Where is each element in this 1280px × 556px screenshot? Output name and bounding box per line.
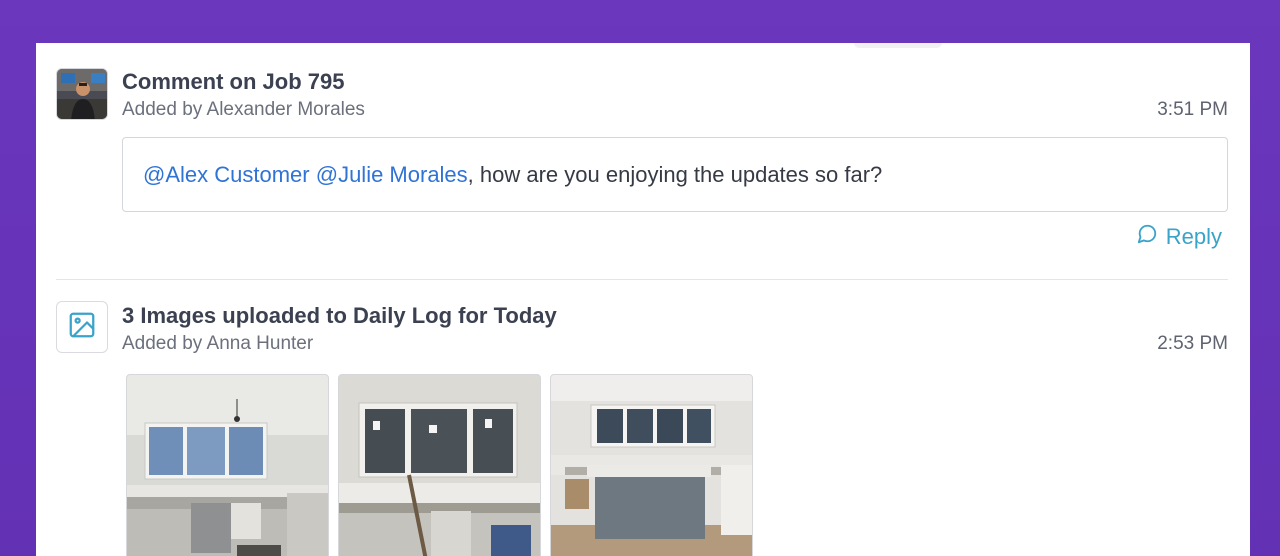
entry-divider [56,279,1228,280]
entry-timestamp: 3:51 PM [1157,99,1228,120]
panel-drag-handle[interactable] [854,43,942,48]
kitchen-photo-thumbnail[interactable] [338,374,541,556]
reply-label: Reply [1165,224,1222,249]
kitchen-photo-thumbnail[interactable] [126,374,329,556]
entry-added-by: Added by Anna Hunter [122,333,314,354]
entry-timestamp: 2:53 PM [1157,333,1228,354]
mention-link[interactable]: @Julie Morales [316,162,468,188]
user-avatar [56,68,108,120]
mention-link[interactable]: @Alex Customer [143,162,310,188]
image-thumbnails [126,374,753,556]
kitchen-photo-thumbnail[interactable] [550,374,753,556]
activity-feed-panel: Comment on Job 795 Added by Alexander Mo… [36,43,1250,556]
image-icon [67,310,97,345]
entry-title: 3 Images uploaded to Daily Log for Today [122,303,557,328]
speech-bubble-icon [1136,223,1158,251]
entry-title: Comment on Job 795 [122,69,345,94]
reply-button[interactable]: Reply [1136,223,1222,251]
entry-added-by: Added by Alexander Morales [122,99,365,120]
image-entry-icon-box [56,301,108,353]
comment-text: , how are you enjoying the updates so fa… [467,161,883,187]
comment-body: @Alex Customer @Julie Morales , how are … [122,137,1228,212]
